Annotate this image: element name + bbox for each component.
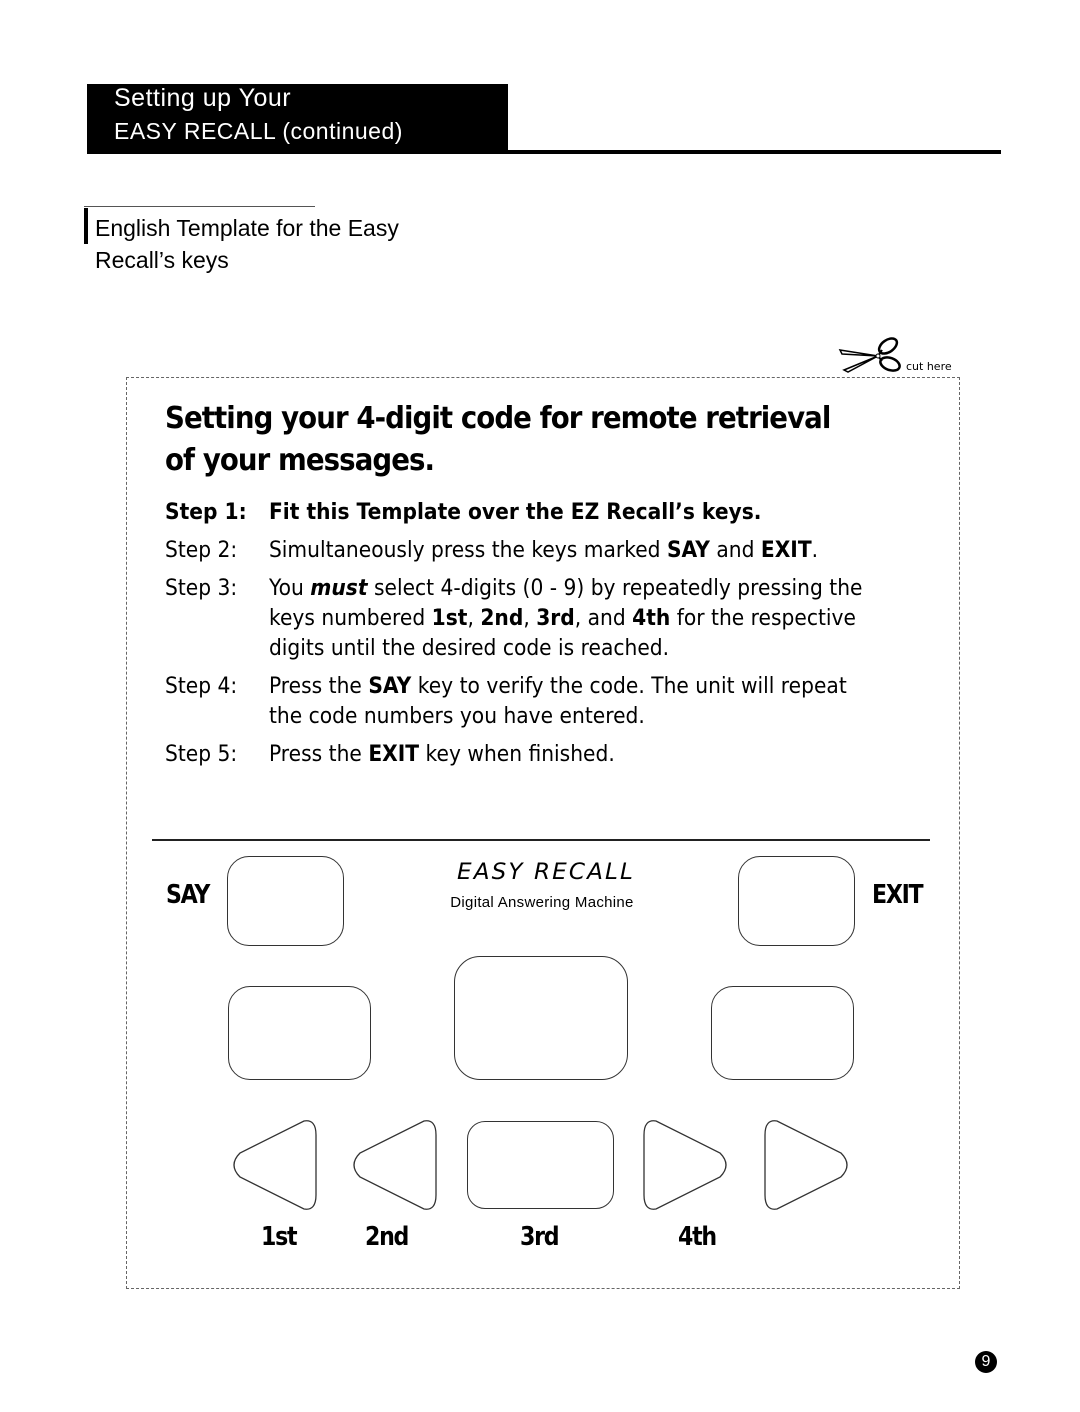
digit-label-1st: 1st (261, 1222, 298, 1252)
step-text-emphasis: EXIT (760, 538, 812, 563)
step-text-emphasis: must (310, 576, 368, 601)
steps-list: Step 1: Fit this Template over the EZ Rec… (165, 498, 864, 778)
step-number: Step 4: (165, 674, 238, 699)
step-text-run: , (467, 606, 481, 631)
subheading-rule (84, 206, 315, 207)
digit-label-2nd: 2nd (365, 1222, 409, 1252)
step-number: Step 1: (165, 500, 247, 525)
step-number: Step 3: (165, 576, 238, 601)
step-text-run: You (268, 576, 311, 601)
exit-key[interactable] (738, 856, 855, 946)
step-item: Step 1: Fit this Template over the EZ Rec… (165, 498, 864, 528)
step-text-emphasis: 3rd (536, 606, 575, 631)
right-triangle-key-icon[interactable] (763, 1117, 855, 1213)
step-item: Step 4: Press the SAY key to verify the c… (165, 672, 864, 732)
step-item: Step 3: You must select 4-digits (0 - 9) … (165, 574, 864, 664)
step-text-run: key when finished. (419, 742, 615, 767)
exit-label: EXIT (872, 880, 924, 910)
step-text: Press the EXIT key when finished. (269, 740, 864, 770)
step-text: Simultaneously press the keys marked SAY… (269, 536, 864, 566)
step-number: Step 2: (165, 538, 238, 563)
subheading: English Template for the Easy Recall’s k… (95, 215, 399, 273)
section-title-line2: EASY RECALL (continued) (114, 118, 403, 144)
4th-key-right-triangle-icon[interactable] (642, 1117, 734, 1213)
step-text-emphasis: 4th (632, 606, 671, 631)
brand-subtitle: Digital Answering Machine (450, 894, 634, 911)
3rd-key[interactable] (467, 1121, 614, 1209)
step-text-run: Press the (268, 674, 369, 699)
step-number: Step 5: (165, 742, 238, 767)
step-text-emphasis: SAY (666, 538, 710, 563)
right-key[interactable] (711, 986, 854, 1080)
brand-logo: EASY RECALL (457, 860, 635, 885)
step-text-emphasis: 2nd (480, 606, 524, 631)
section-header-rule (508, 150, 1001, 154)
2nd-key-left-triangle-icon[interactable] (346, 1117, 438, 1213)
step-text-run: Simultaneously press the keys marked (268, 538, 667, 563)
scissors-icon (838, 337, 901, 373)
step-text-run: . (811, 538, 819, 563)
section-title-line1: Setting up Your (114, 84, 292, 112)
step-text-run: , (523, 606, 537, 631)
template-title: Setting your 4-digit code for remote ret… (165, 401, 831, 478)
digit-label-4th: 4th (678, 1222, 717, 1252)
digit-label-3rd: 3rd (520, 1222, 560, 1252)
template-divider (152, 839, 930, 841)
step-text-emphasis: SAY (368, 674, 412, 699)
cut-here-label: cut here (906, 360, 952, 373)
step-text-run: and (709, 538, 761, 563)
step-text-emphasis: EXIT (368, 742, 420, 767)
say-label: SAY (166, 880, 210, 910)
step-text: Press the SAY key to verify the code. Th… (269, 672, 864, 732)
step-text: Fit this Template over the EZ Recall’s k… (269, 498, 864, 528)
left-key[interactable] (228, 986, 371, 1080)
step-item: Step 5: Press the EXIT key when finished. (165, 740, 864, 770)
step-text-run: Press the (268, 742, 369, 767)
1st-key-left-triangle-icon[interactable] (226, 1117, 318, 1213)
page-number: 9 (975, 1351, 997, 1373)
step-text-emphasis: 1st (431, 606, 468, 631)
step-text-run: , and (574, 606, 633, 631)
subheading-bar (84, 208, 88, 244)
say-key[interactable] (227, 856, 344, 946)
step-text-emphasis: Fit this Template over the EZ Recall’s k… (268, 500, 762, 525)
center-key[interactable] (454, 956, 628, 1080)
step-item: Step 2: Simultaneously press the keys mar… (165, 536, 864, 566)
step-text: You must select 4-digits (0 - 9) by repe… (269, 574, 864, 664)
